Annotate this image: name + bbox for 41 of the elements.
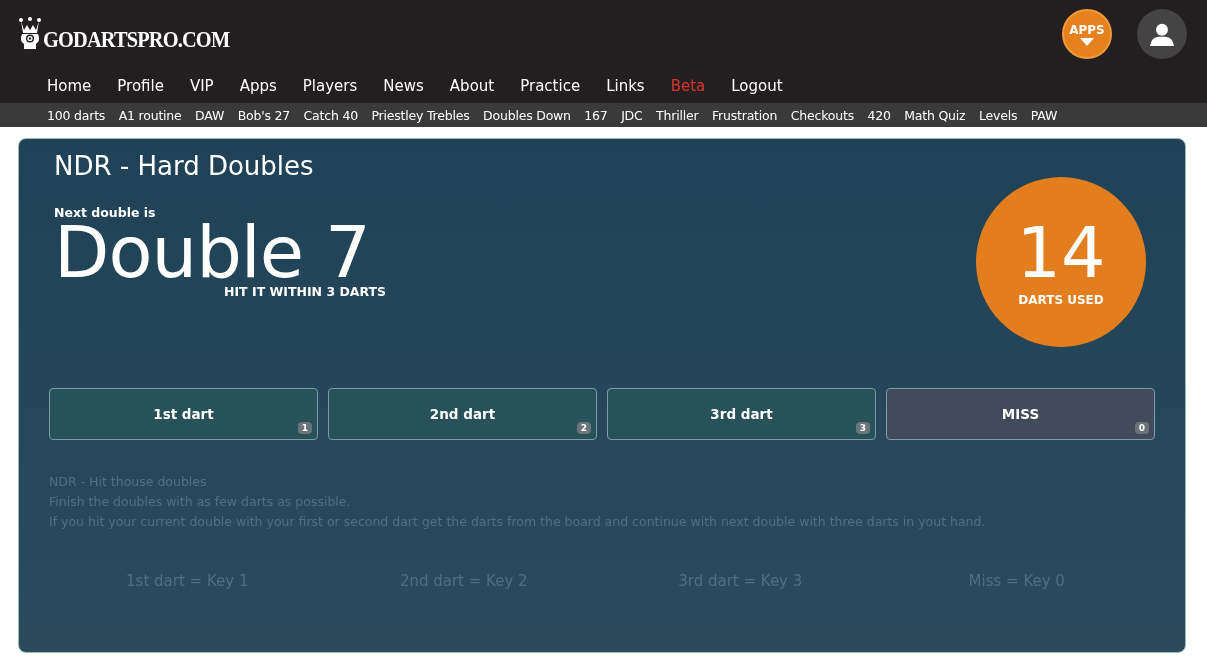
nav-link[interactable]: About — [439, 77, 505, 95]
game-link[interactable]: Checkouts — [790, 107, 854, 123]
nav-link[interactable]: Apps — [229, 77, 287, 95]
skull-crown-icon — [18, 17, 42, 51]
game-link[interactable]: Priestley Trebles — [371, 107, 470, 123]
nav-link[interactable]: Profile — [107, 77, 174, 95]
game-link[interactable]: JDC — [621, 107, 643, 123]
game-link[interactable]: Bob's 27 — [237, 107, 291, 123]
game-link[interactable]: Thriller — [656, 107, 699, 123]
user-silhouette-icon — [1149, 21, 1175, 47]
nav-link[interactable]: Practice — [510, 77, 591, 95]
game-link[interactable]: 100 darts — [47, 107, 106, 123]
game-title: NDR - Hard Doubles — [54, 151, 315, 181]
key-badge: 2 — [576, 422, 591, 434]
game-link[interactable]: PAW — [1030, 107, 1058, 123]
game-link[interactable]: Levels — [978, 107, 1018, 123]
nav-link[interactable]: Links — [596, 77, 655, 95]
game-link[interactable]: Catch 40 — [303, 107, 358, 123]
site-logo-text[interactable]: GODARTSPRO.COM — [43, 27, 230, 51]
nav-link[interactable]: Players — [292, 77, 368, 95]
game-link[interactable]: Math Quiz — [904, 107, 966, 123]
game-link[interactable]: 420 — [867, 107, 891, 123]
nav-link[interactable]: VIP — [179, 77, 224, 95]
nav-link[interactable]: News — [373, 77, 434, 95]
game-link[interactable]: A1 routine — [118, 107, 182, 123]
dart-button[interactable]: 2nd dart 2 — [328, 388, 597, 440]
key-badge: 3 — [855, 422, 870, 434]
nav-link[interactable]: Logout — [721, 77, 793, 95]
darts-used-label: DARTS USED — [1018, 293, 1104, 307]
key-badge: 0 — [1134, 422, 1149, 434]
game-link[interactable]: DAW — [195, 107, 225, 123]
user-avatar-button[interactable] — [1137, 9, 1187, 59]
miss-button[interactable]: MISS 0 — [886, 388, 1155, 440]
game-link[interactable]: Frustration — [711, 107, 778, 123]
dart-button[interactable]: 3rd dart 3 — [607, 388, 876, 440]
game-link[interactable]: Doubles Down — [483, 107, 571, 123]
darts-used-count: 14 — [1016, 217, 1106, 289]
key-badge: 1 — [297, 422, 312, 434]
dart-button[interactable]: 1st dart 1 — [49, 388, 318, 440]
nav-link[interactable]: Home — [37, 77, 102, 95]
game-link[interactable]: 167 — [584, 107, 608, 123]
